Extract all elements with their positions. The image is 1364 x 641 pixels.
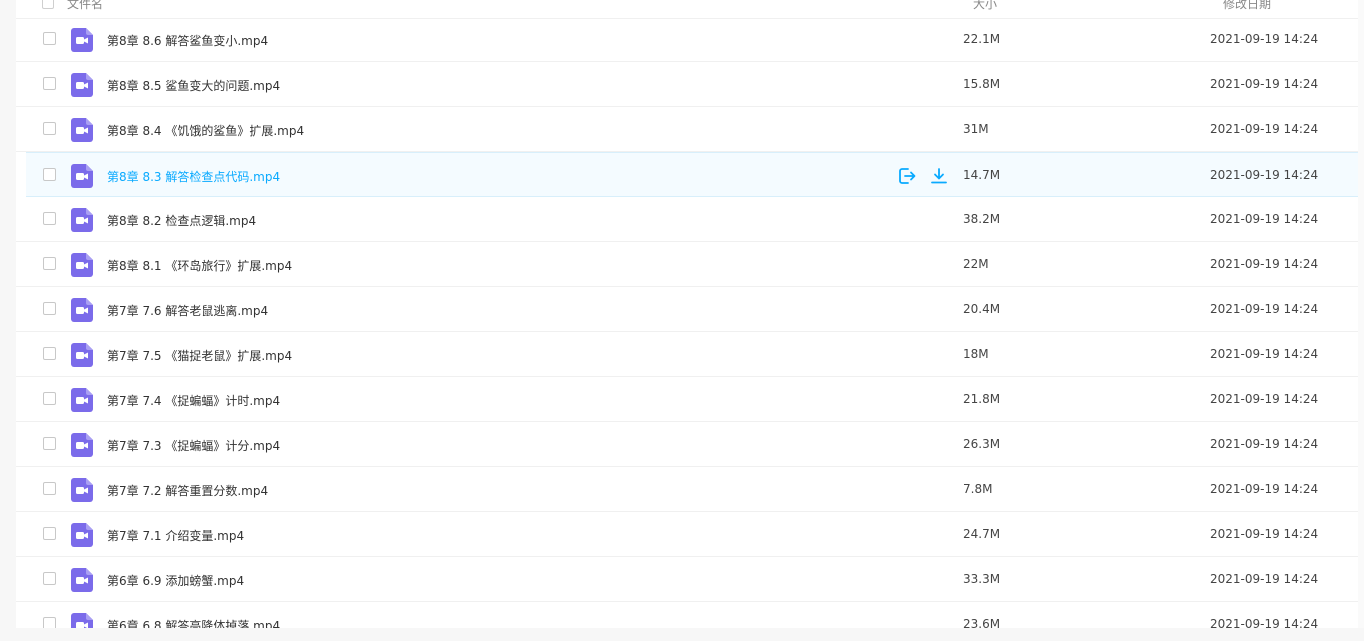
file-row[interactable]: 第7章 7.5 《猫捉老鼠》扩展.mp4 18M 2021-09-19 14:2… bbox=[16, 332, 1364, 377]
file-modified-date: 2021-09-19 14:24 bbox=[1210, 77, 1319, 91]
file-name[interactable]: 第7章 7.2 解答重置分数.mp4 bbox=[107, 482, 268, 499]
file-size: 26.3M bbox=[963, 437, 1001, 451]
row-checkbox[interactable] bbox=[43, 122, 56, 135]
scrollbar[interactable] bbox=[1358, 0, 1364, 628]
file-name[interactable]: 第8章 8.5 鲨鱼变大的问题.mp4 bbox=[107, 77, 280, 94]
video-file-icon bbox=[71, 613, 93, 628]
file-modified-date: 2021-09-19 14:24 bbox=[1210, 617, 1319, 628]
file-row[interactable]: 第6章 6.8 解答高降体掉落.mp4 23.6M 2021-09-19 14:… bbox=[16, 602, 1364, 628]
column-header-date[interactable]: 修改日期 bbox=[1223, 0, 1271, 12]
row-checkbox[interactable] bbox=[43, 482, 56, 495]
column-header-name[interactable]: 文件名 bbox=[67, 0, 103, 12]
file-modified-date: 2021-09-19 14:24 bbox=[1210, 572, 1319, 586]
video-file-icon bbox=[71, 388, 93, 412]
file-row[interactable]: 第8章 8.3 解答检查点代码.mp4 14.7M 2021-09-19 14:… bbox=[26, 152, 1364, 197]
file-modified-date: 2021-09-19 14:24 bbox=[1210, 437, 1319, 451]
row-checkbox[interactable] bbox=[43, 212, 56, 225]
share-button[interactable] bbox=[897, 166, 917, 186]
file-modified-date: 2021-09-19 14:24 bbox=[1210, 32, 1319, 46]
row-actions bbox=[897, 166, 949, 186]
file-size: 33.3M bbox=[963, 572, 1001, 586]
row-checkbox[interactable] bbox=[43, 617, 56, 628]
file-modified-date: 2021-09-19 14:24 bbox=[1210, 302, 1319, 316]
video-file-icon bbox=[71, 568, 93, 592]
file-size: 18M bbox=[963, 347, 989, 361]
file-size: 22M bbox=[963, 257, 989, 271]
row-checkbox[interactable] bbox=[43, 77, 56, 90]
file-size: 38.2M bbox=[963, 212, 1001, 226]
file-modified-date: 2021-09-19 14:24 bbox=[1210, 212, 1319, 226]
file-name[interactable]: 第7章 7.1 介绍变量.mp4 bbox=[107, 527, 244, 544]
video-file-icon bbox=[71, 343, 93, 367]
video-file-icon bbox=[71, 73, 93, 97]
column-header-size[interactable]: 大小 bbox=[973, 0, 997, 12]
file-size: 22.1M bbox=[963, 32, 1001, 46]
file-row[interactable]: 第7章 7.2 解答重置分数.mp4 7.8M 2021-09-19 14:24 bbox=[16, 467, 1364, 512]
share-icon bbox=[899, 168, 916, 184]
file-row[interactable]: 第6章 6.9 添加螃蟹.mp4 33.3M 2021-09-19 14:24 bbox=[16, 557, 1364, 602]
download-button[interactable] bbox=[929, 166, 949, 186]
file-row[interactable]: 第8章 8.2 检查点逻辑.mp4 38.2M 2021-09-19 14:24 bbox=[16, 197, 1364, 242]
file-name[interactable]: 第8章 8.6 解答鲨鱼变小.mp4 bbox=[107, 32, 268, 49]
file-size: 7.8M bbox=[963, 482, 993, 496]
row-checkbox[interactable] bbox=[43, 257, 56, 270]
file-size: 24.7M bbox=[963, 527, 1001, 541]
row-checkbox[interactable] bbox=[43, 437, 56, 450]
file-modified-date: 2021-09-19 14:24 bbox=[1210, 482, 1319, 496]
file-name[interactable]: 第7章 7.4 《捉蝙蝠》计时.mp4 bbox=[107, 392, 280, 409]
video-file-icon bbox=[71, 433, 93, 457]
file-name[interactable]: 第8章 8.1 《环岛旅行》扩展.mp4 bbox=[107, 257, 292, 274]
file-row[interactable]: 第7章 7.3 《捉蝙蝠》计分.mp4 26.3M 2021-09-19 14:… bbox=[16, 422, 1364, 467]
file-size: 21.8M bbox=[963, 392, 1001, 406]
video-file-icon bbox=[71, 208, 93, 232]
file-name[interactable]: 第8章 8.2 检查点逻辑.mp4 bbox=[107, 212, 256, 229]
file-name[interactable]: 第8章 8.3 解答检查点代码.mp4 bbox=[107, 168, 280, 185]
file-size: 14.7M bbox=[963, 168, 1001, 182]
file-list-panel: 文件名 大小 修改日期 第8章 8.6 解答鲨鱼变小.mp4 22.1M 202… bbox=[16, 0, 1364, 628]
row-checkbox[interactable] bbox=[43, 302, 56, 315]
row-checkbox[interactable] bbox=[43, 392, 56, 405]
file-row[interactable]: 第7章 7.1 介绍变量.mp4 24.7M 2021-09-19 14:24 bbox=[16, 512, 1364, 557]
file-row[interactable]: 第8章 8.1 《环岛旅行》扩展.mp4 22M 2021-09-19 14:2… bbox=[16, 242, 1364, 287]
file-name[interactable]: 第6章 6.9 添加螃蟹.mp4 bbox=[107, 572, 244, 589]
video-file-icon bbox=[71, 118, 93, 142]
video-file-icon bbox=[71, 523, 93, 547]
file-name[interactable]: 第7章 7.5 《猫捉老鼠》扩展.mp4 bbox=[107, 347, 292, 364]
download-icon bbox=[931, 168, 947, 184]
file-name[interactable]: 第7章 7.3 《捉蝙蝠》计分.mp4 bbox=[107, 437, 280, 454]
row-checkbox[interactable] bbox=[43, 572, 56, 585]
file-modified-date: 2021-09-19 14:24 bbox=[1210, 257, 1319, 271]
file-modified-date: 2021-09-19 14:24 bbox=[1210, 392, 1319, 406]
file-modified-date: 2021-09-19 14:24 bbox=[1210, 347, 1319, 361]
file-row[interactable]: 第8章 8.4 《饥饿的鲨鱼》扩展.mp4 31M 2021-09-19 14:… bbox=[16, 107, 1364, 152]
file-size: 23.6M bbox=[963, 617, 1001, 628]
file-row[interactable]: 第8章 8.5 鲨鱼变大的问题.mp4 15.8M 2021-09-19 14:… bbox=[16, 62, 1364, 107]
file-name[interactable]: 第6章 6.8 解答高降体掉落.mp4 bbox=[107, 617, 280, 628]
video-file-icon bbox=[71, 164, 93, 188]
video-file-icon bbox=[71, 28, 93, 52]
video-file-icon bbox=[71, 298, 93, 322]
file-size: 15.8M bbox=[963, 77, 1001, 91]
file-modified-date: 2021-09-19 14:24 bbox=[1210, 527, 1319, 541]
select-all-checkbox[interactable] bbox=[42, 0, 54, 9]
row-checkbox[interactable] bbox=[43, 527, 56, 540]
row-checkbox[interactable] bbox=[43, 347, 56, 360]
row-checkbox[interactable] bbox=[43, 168, 56, 181]
file-name[interactable]: 第8章 8.4 《饥饿的鲨鱼》扩展.mp4 bbox=[107, 122, 304, 139]
file-name[interactable]: 第7章 7.6 解答老鼠逃离.mp4 bbox=[107, 302, 268, 319]
file-list: 第8章 8.6 解答鲨鱼变小.mp4 22.1M 2021-09-19 14:2… bbox=[16, 17, 1364, 628]
video-file-icon bbox=[71, 253, 93, 277]
video-file-icon bbox=[71, 478, 93, 502]
file-row[interactable]: 第7章 7.6 解答老鼠逃离.mp4 20.4M 2021-09-19 14:2… bbox=[16, 287, 1364, 332]
file-size: 20.4M bbox=[963, 302, 1001, 316]
file-modified-date: 2021-09-19 14:24 bbox=[1210, 168, 1319, 182]
row-checkbox[interactable] bbox=[43, 32, 56, 45]
file-row[interactable]: 第8章 8.6 解答鲨鱼变小.mp4 22.1M 2021-09-19 14:2… bbox=[16, 17, 1364, 62]
file-modified-date: 2021-09-19 14:24 bbox=[1210, 122, 1319, 136]
file-size: 31M bbox=[963, 122, 989, 136]
file-row[interactable]: 第7章 7.4 《捉蝙蝠》计时.mp4 21.8M 2021-09-19 14:… bbox=[16, 377, 1364, 422]
